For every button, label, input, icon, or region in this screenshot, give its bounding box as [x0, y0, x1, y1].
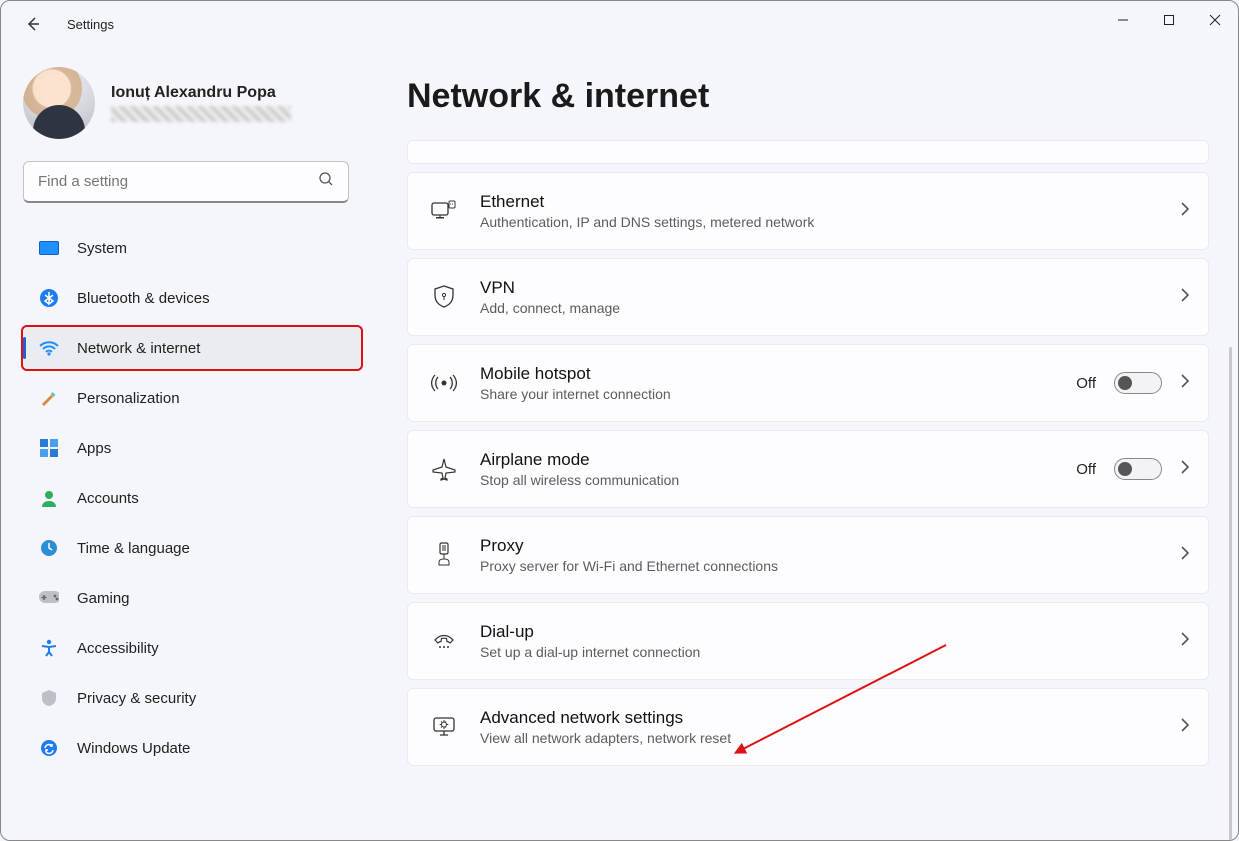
nav-item-accounts[interactable]: Accounts	[21, 475, 363, 521]
hotspot-icon	[426, 372, 462, 394]
chevron-right-icon	[1180, 374, 1190, 393]
nav-item-apps[interactable]: Apps	[21, 425, 363, 471]
nav-label: Gaming	[77, 590, 130, 607]
maximize-button[interactable]	[1146, 1, 1192, 39]
setting-card-proxy[interactable]: Proxy Proxy server for Wi-Fi and Etherne…	[407, 516, 1209, 594]
nav-item-update[interactable]: Windows Update	[21, 725, 363, 771]
setting-card-hotspot[interactable]: Mobile hotspot Share your internet conne…	[407, 344, 1209, 422]
chevron-right-icon	[1180, 202, 1190, 221]
app-title: Settings	[67, 17, 114, 32]
apps-icon	[39, 438, 59, 458]
setting-card-advanced[interactable]: Advanced network settings View all netwo…	[407, 688, 1209, 766]
page-title: Network & internet	[407, 77, 1218, 116]
setting-card-vpn[interactable]: VPN Add, connect, manage	[407, 258, 1209, 336]
system-icon	[39, 238, 59, 258]
close-icon	[1209, 14, 1221, 26]
toggle-state: Off	[1076, 461, 1096, 478]
chevron-right-icon	[1180, 718, 1190, 737]
titlebar: Settings	[1, 1, 1238, 47]
toggle-switch[interactable]	[1114, 458, 1162, 480]
nav-item-time[interactable]: Time & language	[21, 525, 363, 571]
advanced-icon	[426, 715, 462, 739]
minimize-icon	[1117, 14, 1129, 26]
user-profile[interactable]: Ionuț Alexandru Popa	[1, 67, 371, 161]
main-content: Network & internet Ethernet Authenticati…	[371, 47, 1238, 840]
card-subtitle: Authentication, IP and DNS settings, met…	[480, 214, 1180, 230]
card-subtitle: Share your internet connection	[480, 386, 1076, 402]
nav-item-wifi[interactable]: Network & internet	[21, 325, 363, 371]
chevron-right-icon	[1180, 632, 1190, 651]
setting-card-partial-top[interactable]	[407, 140, 1209, 164]
nav-label: Time & language	[77, 540, 190, 557]
minimize-button[interactable]	[1100, 1, 1146, 39]
toggle-state: Off	[1076, 375, 1096, 392]
bluetooth-icon	[39, 288, 59, 308]
chevron-right-icon	[1180, 546, 1190, 565]
nav-item-system[interactable]: System	[21, 225, 363, 271]
card-title: VPN	[480, 278, 1180, 298]
nav-label: Privacy & security	[77, 690, 196, 707]
close-button[interactable]	[1192, 1, 1238, 39]
user-name: Ionuț Alexandru Popa	[111, 84, 291, 102]
nav-item-personalization[interactable]: Personalization	[21, 375, 363, 421]
airplane-icon	[426, 457, 462, 481]
user-email-redacted	[111, 106, 291, 122]
nav-item-bluetooth[interactable]: Bluetooth & devices	[21, 275, 363, 321]
nav-label: System	[77, 240, 127, 257]
card-subtitle: View all network adapters, network reset	[480, 730, 1180, 746]
card-title: Mobile hotspot	[480, 364, 1076, 384]
card-subtitle: Set up a dial-up internet connection	[480, 644, 1180, 660]
gaming-icon	[39, 588, 59, 608]
nav-item-accessibility[interactable]: Accessibility	[21, 625, 363, 671]
setting-card-ethernet[interactable]: Ethernet Authentication, IP and DNS sett…	[407, 172, 1209, 250]
chevron-right-icon	[1180, 288, 1190, 307]
card-title: Airplane mode	[480, 450, 1076, 470]
ethernet-icon	[426, 200, 462, 222]
wifi-icon	[39, 338, 59, 358]
card-subtitle: Stop all wireless communication	[480, 472, 1076, 488]
accounts-icon	[39, 488, 59, 508]
toggle-switch[interactable]	[1114, 372, 1162, 394]
chevron-right-icon	[1180, 460, 1190, 479]
vpn-icon	[426, 285, 462, 309]
update-icon	[39, 738, 59, 758]
settings-list: Ethernet Authentication, IP and DNS sett…	[407, 140, 1209, 766]
search-input[interactable]	[38, 173, 318, 190]
nav-item-privacy[interactable]: Privacy & security	[21, 675, 363, 721]
nav-label: Network & internet	[77, 340, 200, 357]
privacy-icon	[39, 688, 59, 708]
proxy-icon	[426, 542, 462, 568]
nav-label: Bluetooth & devices	[77, 290, 210, 307]
card-subtitle: Proxy server for Wi-Fi and Ethernet conn…	[480, 558, 1180, 574]
setting-card-airplane[interactable]: Airplane mode Stop all wireless communic…	[407, 430, 1209, 508]
nav-item-gaming[interactable]: Gaming	[21, 575, 363, 621]
nav-label: Accessibility	[77, 640, 159, 657]
sidebar: Ionuț Alexandru Popa System Bluetooth & …	[1, 47, 371, 840]
dialup-icon	[426, 630, 462, 652]
accessibility-icon	[39, 638, 59, 658]
card-subtitle: Add, connect, manage	[480, 300, 1180, 316]
personalization-icon	[39, 388, 59, 408]
window-controls	[1100, 1, 1238, 39]
card-title: Ethernet	[480, 192, 1180, 212]
card-title: Proxy	[480, 536, 1180, 556]
maximize-icon	[1163, 14, 1175, 26]
time-icon	[39, 538, 59, 558]
nav-label: Apps	[77, 440, 111, 457]
setting-card-dialup[interactable]: Dial-up Set up a dial-up internet connec…	[407, 602, 1209, 680]
back-button[interactable]	[17, 8, 49, 40]
card-title: Dial-up	[480, 622, 1180, 642]
nav-label: Personalization	[77, 390, 180, 407]
nav-label: Accounts	[77, 490, 139, 507]
nav-list: System Bluetooth & devices Network & int…	[1, 225, 371, 771]
nav-label: Windows Update	[77, 740, 190, 757]
back-arrow-icon	[25, 16, 41, 32]
scrollbar[interactable]	[1229, 347, 1232, 840]
card-title: Advanced network settings	[480, 708, 1180, 728]
search-icon	[318, 171, 334, 192]
avatar	[23, 67, 95, 139]
search-box[interactable]	[23, 161, 349, 203]
